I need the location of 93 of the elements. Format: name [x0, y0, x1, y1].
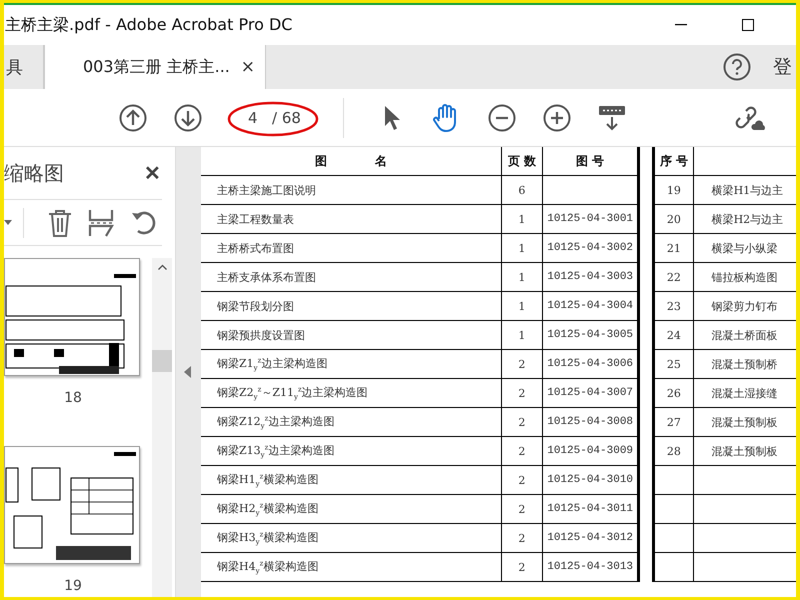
table-cell: 10125-04-3009 — [542, 436, 639, 466]
table-cell: 28 — [654, 436, 694, 466]
table-cell: 10125-04-3004 — [542, 292, 639, 320]
previous-page-icon[interactable] — [118, 104, 146, 132]
page-count: / 68 — [272, 108, 301, 126]
table-cell: 25 — [654, 350, 694, 378]
table-cell: 横梁H2与边主 — [693, 204, 796, 234]
table-cell: 10125-04-3002 — [542, 234, 639, 262]
table-cell: 2 — [501, 552, 543, 582]
table-cell: 锚拉板构造图 — [693, 262, 796, 292]
table-cell: 钢梁Z12$_{y}$$^{z}$边主梁构造图 — [201, 408, 502, 436]
table-cell: 钢梁Z13$_{y}$$^{z}$边主梁构造图 — [201, 436, 502, 466]
table-cell: 1 — [501, 320, 543, 350]
table-cell: 19 — [654, 176, 694, 204]
table-cell: 钢梁H1$_{y}$$^{z}$横梁构造图 — [201, 466, 502, 494]
keyboard-icon[interactable] — [598, 104, 626, 132]
table-cell: 2 — [501, 524, 543, 552]
table-cell: 10125-04-3011 — [542, 494, 639, 524]
minimize-icon[interactable] — [675, 24, 687, 26]
table-cell: 钢梁Z2$_{y}$$^{z}$～Z11$_{y}$$^{z}$边主梁构造图 — [201, 378, 502, 408]
table-cell: 1 — [501, 262, 543, 292]
table-cell: 2 — [501, 350, 543, 378]
table-cell: 6 — [501, 176, 543, 204]
table-cell: 横梁与小纵梁 — [693, 234, 796, 262]
table-cell: 27 — [654, 408, 694, 436]
page-number-field[interactable]: 4 — [248, 108, 266, 126]
trash-icon[interactable] — [48, 208, 72, 236]
page-number-label: 18 — [64, 390, 82, 406]
zoom-out-icon[interactable] — [488, 104, 516, 132]
table-cell: 24 — [654, 320, 694, 350]
column-header: 页 数 — [501, 147, 543, 176]
table-cell: 钢梁H2$_{y}$$^{z}$横梁构造图 — [201, 494, 502, 524]
table-cell: 混凝土预制板 — [693, 436, 796, 466]
table-cell: 2 — [501, 494, 543, 524]
close-tab-button[interactable]: × — [240, 57, 255, 77]
table-cell: 混凝土湿接缝 — [693, 378, 796, 408]
table-cell: 2 — [501, 436, 543, 466]
table-cell: 22 — [654, 262, 694, 292]
table-cell: 混凝土预制桥 — [693, 350, 796, 378]
scroll-up-icon[interactable] — [158, 264, 166, 270]
table-cell: 26 — [654, 378, 694, 408]
table-cell: 10125-04-3008 — [542, 408, 639, 436]
table-cell: 混凝土预制板 — [693, 408, 796, 436]
tab[interactable]: 003第三册 主桥主... × — [44, 45, 266, 89]
table-cell: 钢梁节段划分图 — [201, 292, 502, 320]
scrollbar[interactable] — [152, 258, 172, 597]
table-cell: 主桥主梁施工图说明 — [201, 176, 502, 204]
table-cell: 2 — [501, 378, 543, 408]
table-cell: 1 — [501, 292, 543, 320]
page-number-label: 19 — [64, 578, 82, 594]
table-cell: 钢梁预拱度设置图 — [201, 320, 502, 350]
scrollbar-thumb[interactable] — [152, 350, 172, 372]
table-cell: 主桥桥式布置图 — [201, 234, 502, 262]
close-button[interactable]: ✕ — [144, 160, 161, 186]
table-cell: 钢梁剪力钉布 — [693, 292, 796, 320]
table-cell: 钢梁H3$_{y}$$^{z}$横梁构造图 — [201, 524, 502, 552]
panel-title: 缩略图 — [4, 160, 64, 186]
table-cell: 10125-04-3003 — [542, 262, 639, 292]
help-icon[interactable] — [723, 53, 751, 81]
table-cell: 1 — [501, 204, 543, 234]
table-cell: 20 — [654, 204, 694, 234]
table-cell: 主梁工程数量表 — [201, 204, 502, 234]
table-cell: 23 — [654, 292, 694, 320]
table-cell: 10125-04-3012 — [542, 524, 639, 552]
window-title: 主桥主梁.pdf - Adobe Acrobat Pro DC — [4, 14, 292, 36]
table-cell: 10125-04-3005 — [542, 320, 639, 350]
table-cell: 10125-04-3013 — [542, 552, 639, 582]
table-cell: 横梁H1与边主 — [693, 176, 796, 204]
rotate-icon[interactable] — [130, 208, 158, 236]
dropdown-caret-icon[interactable] — [4, 220, 12, 225]
sign-in-link[interactable]: 登 — [773, 54, 792, 80]
table-cell: 10125-04-3007 — [542, 378, 639, 408]
column-header: 图 名 — [201, 147, 502, 176]
table-cell: 10125-04-3010 — [542, 466, 639, 494]
table-cell: 主桥支承体系布置图 — [201, 262, 502, 292]
table-cell: 21 — [654, 234, 694, 262]
pointer-icon[interactable] — [382, 104, 400, 130]
table-cell: 2 — [501, 408, 543, 436]
column-header: 图 号 — [542, 147, 639, 176]
collapse-arrow-icon[interactable] — [184, 366, 190, 378]
extract-pages-icon[interactable] — [88, 208, 114, 236]
table-cell: 1 — [501, 234, 543, 262]
maximize-icon[interactable] — [742, 19, 754, 31]
column-header: 序 号 — [654, 147, 694, 176]
table-cell: 钢梁Z1$_{y}$$^{z}$边主梁构造图 — [201, 350, 502, 378]
table-cell: 2 — [501, 466, 543, 494]
table-cell: 钢梁H4$_{y}$$^{z}$横梁构造图 — [201, 552, 502, 582]
table-cell: 混凝土桥面板 — [693, 320, 796, 350]
zoom-in-icon[interactable] — [542, 104, 570, 132]
table-cell: 10125-04-3006 — [542, 350, 639, 378]
next-page-icon[interactable] — [174, 104, 202, 132]
table-cell: 10125-04-3001 — [542, 204, 639, 234]
link-cloud-icon[interactable] — [734, 104, 766, 132]
